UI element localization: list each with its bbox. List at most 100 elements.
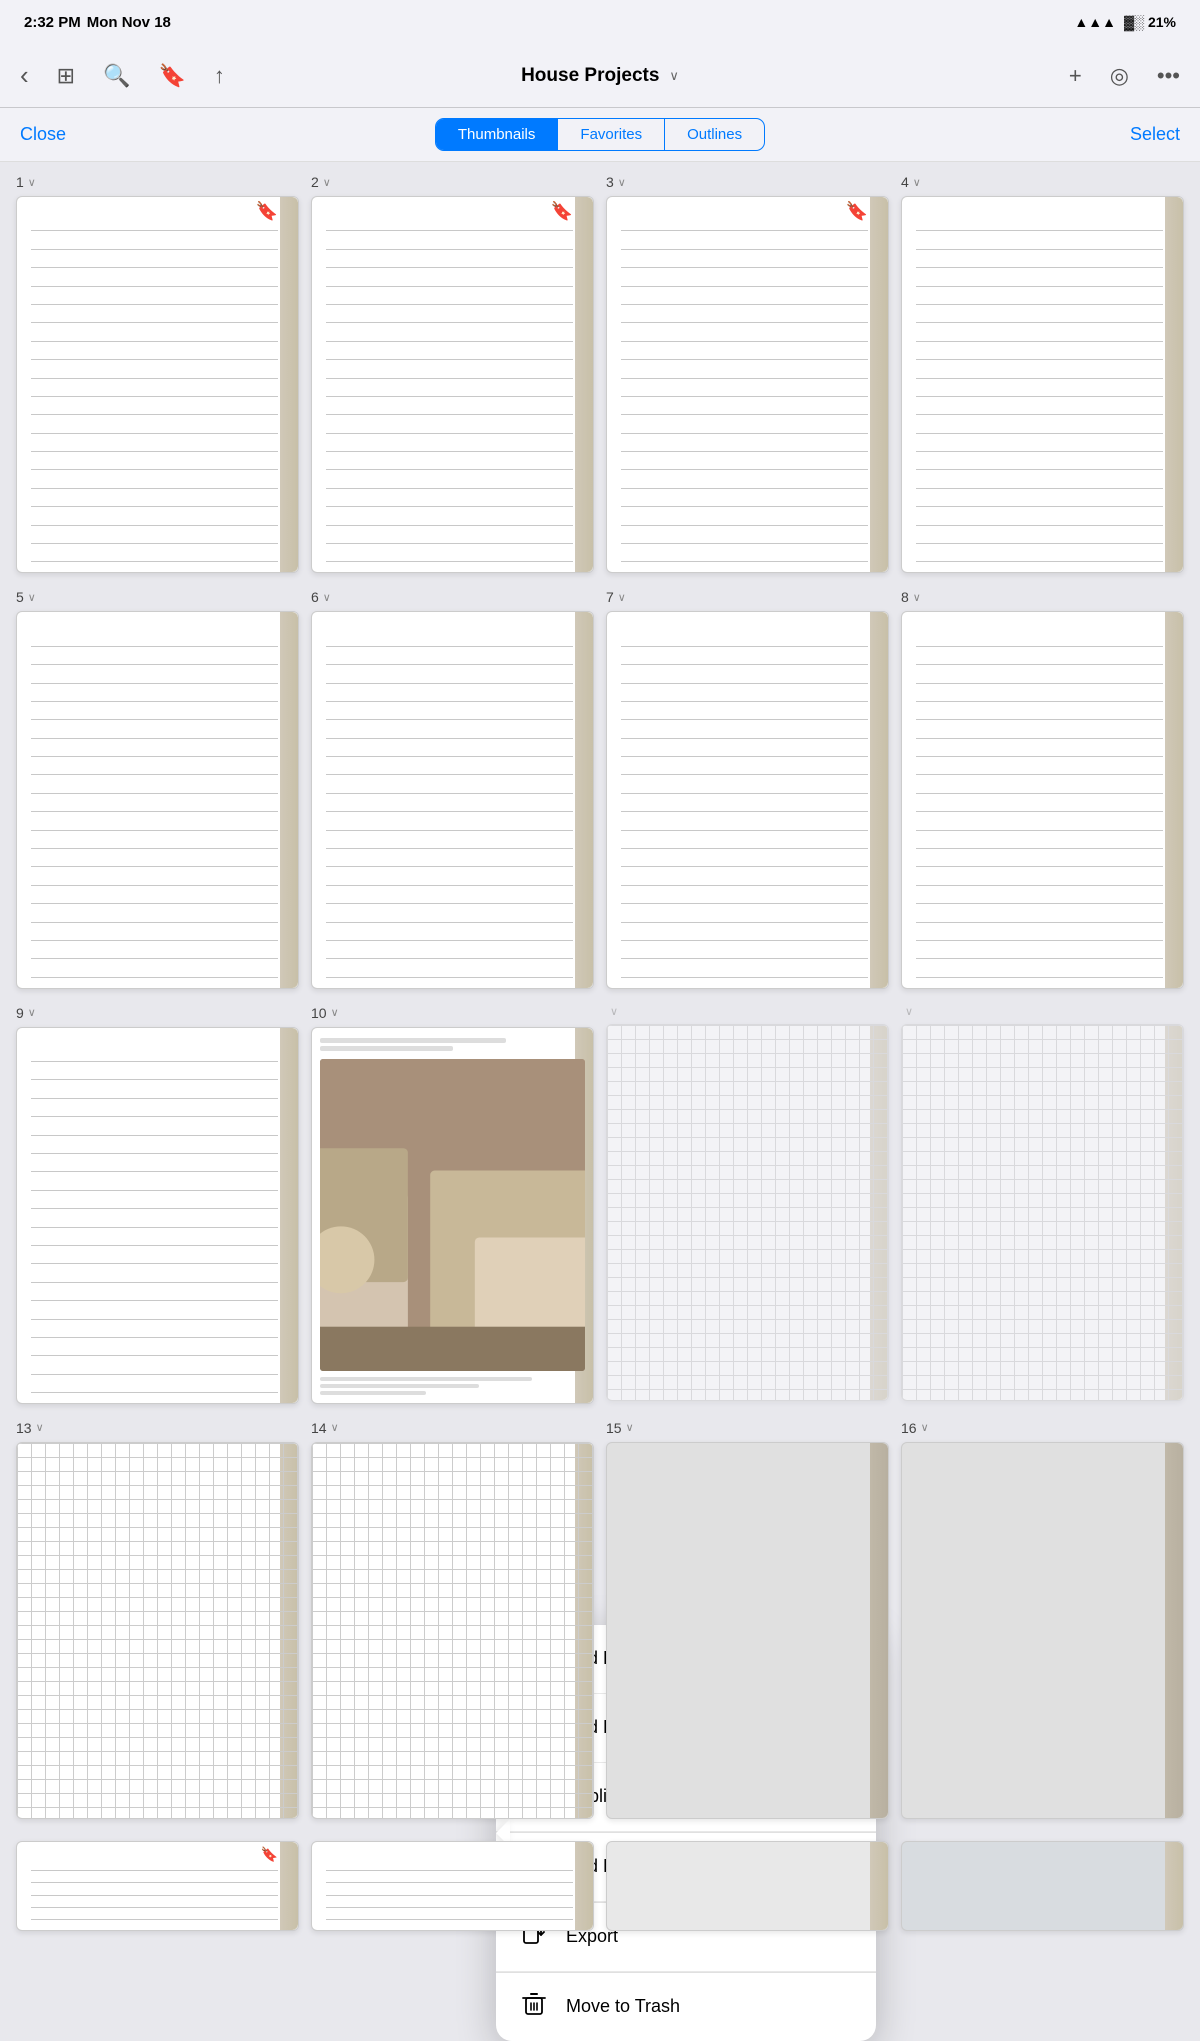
- page-label-row: 5 ∨: [16, 589, 299, 605]
- page-tab: [575, 197, 593, 572]
- close-button[interactable]: Close: [20, 124, 66, 144]
- list-item[interactable]: 16 ∨: [901, 1420, 1184, 1819]
- list-item[interactable]: ∨: [901, 1005, 1184, 1404]
- list-item[interactable]: 14 ∨: [311, 1420, 594, 1819]
- photo-title-lines: [320, 1038, 585, 1051]
- list-item[interactable]: 13 ∨: [16, 1420, 299, 1819]
- document-title[interactable]: House Projects: [521, 65, 659, 87]
- bookmark-icon[interactable]: 🔖: [159, 63, 186, 89]
- page-thumbnail[interactable]: [311, 611, 594, 988]
- page-number: 9: [16, 1005, 24, 1021]
- list-item[interactable]: 10 ∨: [311, 1005, 594, 1404]
- back-button[interactable]: ‹: [20, 60, 29, 91]
- list-item[interactable]: 4 ∨: [901, 174, 1184, 573]
- page-thumbnail[interactable]: [901, 1841, 1184, 1931]
- chevron-down-icon: ∨: [905, 1005, 913, 1018]
- lined-paper: [326, 213, 573, 562]
- page-label-row: 4 ∨: [901, 174, 1184, 190]
- list-item[interactable]: 1 ∨ 🔖: [16, 174, 299, 573]
- page-thumbnail[interactable]: [606, 611, 889, 988]
- page-thumbnail[interactable]: [606, 1841, 889, 1931]
- page-thumbnail[interactable]: [901, 1024, 1184, 1401]
- page-thumbnail[interactable]: [311, 1841, 594, 1931]
- page-thumbnail[interactable]: 🔖: [606, 196, 889, 573]
- page-row-1: 1 ∨ 🔖 2 ∨ 🔖: [16, 174, 1184, 573]
- list-item[interactable]: 🔖: [16, 1835, 299, 1931]
- page-thumbnail[interactable]: [901, 1442, 1184, 1819]
- menu-item-move-to-trash[interactable]: Move to Trash: [496, 1973, 876, 2041]
- grid-view-icon[interactable]: ⊞: [57, 63, 75, 89]
- page-thumbnail[interactable]: [606, 1024, 889, 1401]
- chevron-down-icon: ∨: [28, 591, 36, 604]
- page-number: 7: [606, 589, 614, 605]
- grid-paper-lines: [902, 1025, 1183, 1400]
- list-item[interactable]: 6 ∨: [311, 589, 594, 988]
- chevron-down-icon: ∨: [610, 1005, 618, 1018]
- page-number: 5: [16, 589, 24, 605]
- page-tab: [280, 612, 298, 987]
- page-label-row: 15 ∨: [606, 1420, 889, 1436]
- list-item[interactable]: 3 ∨ 🔖: [606, 174, 889, 573]
- page-tab: [1165, 612, 1183, 987]
- chevron-down-icon: ∨: [913, 176, 921, 189]
- more-options-icon[interactable]: •••: [1157, 63, 1180, 89]
- title-chevron-down-icon[interactable]: ∨: [669, 68, 679, 84]
- search-icon[interactable]: 🔍: [103, 63, 130, 89]
- page-thumbnail[interactable]: [901, 611, 1184, 988]
- select-button[interactable]: Select: [1130, 124, 1180, 145]
- list-item[interactable]: [311, 1835, 594, 1931]
- page-label-row: 7 ∨: [606, 589, 889, 605]
- page-tab: [575, 1842, 593, 1930]
- page-tab: [870, 612, 888, 987]
- chevron-down-icon: ∨: [331, 1421, 339, 1434]
- page-number: 8: [901, 589, 909, 605]
- list-item[interactable]: ∨: [606, 1005, 889, 1404]
- list-item[interactable]: 7 ∨: [606, 589, 889, 988]
- page-label-row: 10 ∨: [311, 1005, 594, 1021]
- page-thumbnail[interactable]: [606, 1442, 889, 1819]
- page-thumbnail[interactable]: [16, 1027, 299, 1404]
- menu-label-move-to-trash: Move to Trash: [566, 1996, 680, 2017]
- tab-outlines[interactable]: Outlines: [665, 119, 764, 150]
- grid-area: 1 ∨ 🔖 2 ∨ 🔖: [0, 162, 1200, 1959]
- list-item[interactable]: [606, 1835, 889, 1931]
- add-icon[interactable]: +: [1069, 63, 1082, 89]
- share-icon[interactable]: ↑: [214, 63, 225, 89]
- list-item[interactable]: 8 ∨: [901, 589, 1184, 988]
- page-label-row: 8 ∨: [901, 589, 1184, 605]
- page-thumbnail[interactable]: [16, 611, 299, 988]
- list-item[interactable]: 5 ∨: [16, 589, 299, 988]
- list-item[interactable]: 2 ∨ 🔖: [311, 174, 594, 573]
- list-item[interactable]: 15 ∨: [606, 1420, 889, 1819]
- page-number: 6: [311, 589, 319, 605]
- page-tab: [280, 1028, 298, 1403]
- page-number: 13: [16, 1420, 32, 1436]
- lined-paper: [621, 213, 868, 562]
- photo-page-content: [312, 1028, 593, 1403]
- tab-thumbnails[interactable]: Thumbnails: [436, 119, 559, 150]
- list-item[interactable]: [901, 1835, 1184, 1931]
- page-thumbnail[interactable]: 🔖: [16, 1841, 299, 1931]
- chevron-down-icon: ∨: [28, 1006, 36, 1019]
- time: 2:32 PM: [24, 14, 81, 31]
- page-thumbnail[interactable]: 🔖: [311, 196, 594, 573]
- lined-paper: [326, 1858, 573, 1920]
- page-thumbnail[interactable]: [901, 196, 1184, 573]
- circle-icon[interactable]: ◎: [1110, 63, 1129, 89]
- page-number: 1: [16, 174, 24, 190]
- page-thumbnail[interactable]: [311, 1027, 594, 1404]
- list-item[interactable]: 9 ∨: [16, 1005, 299, 1404]
- tab-favorites[interactable]: Favorites: [558, 119, 665, 150]
- page-tab: [1165, 1842, 1183, 1930]
- page-thumbnail[interactable]: [16, 1442, 299, 1819]
- chevron-down-icon: ∨: [626, 1421, 634, 1434]
- lined-paper: [326, 628, 573, 977]
- page-tab: [870, 197, 888, 572]
- chevron-down-icon: ∨: [28, 176, 36, 189]
- status-bar-time-date: 2:32 PM Mon Nov 18: [24, 14, 171, 31]
- lined-paper: [31, 1044, 278, 1393]
- page-thumbnail[interactable]: 🔖: [16, 196, 299, 573]
- page-thumbnail[interactable]: [311, 1442, 594, 1819]
- page-label-row: 9 ∨: [16, 1005, 299, 1021]
- page-tab: [1165, 197, 1183, 572]
